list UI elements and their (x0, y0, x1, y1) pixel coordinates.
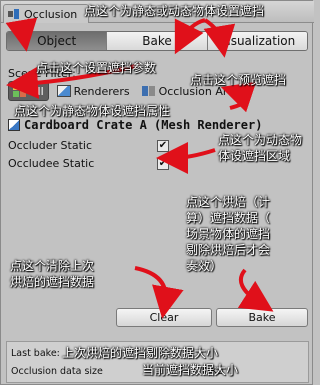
check-icon: ✔ (158, 140, 168, 151)
window-tab[interactable]: Occlusion (3, 4, 89, 23)
occluder-static-label: Occluder Static (8, 139, 93, 152)
bake-button[interactable]: Bake (216, 308, 308, 327)
annotation-params: 点击这个设置遮挡参数 (36, 61, 157, 75)
tab-object[interactable]: Object (7, 32, 108, 50)
occlusion-icon (8, 9, 20, 19)
annotation-clear-line: 烘焙的遮挡数据 (10, 275, 95, 289)
annotation-static: 点这个为静态物体设遮挡属性 (14, 104, 171, 118)
annotation-clear: 点这个清除上次 烘焙的遮挡数据 (10, 258, 94, 290)
tab-bake[interactable]: Bake (107, 32, 208, 50)
annotation-area: 点这个为动态物 体设遮挡区域 (218, 132, 302, 164)
tab-visualization[interactable]: Visualization (207, 32, 307, 50)
occludee-static-label: Occludee Static (8, 157, 95, 170)
filter-all-button[interactable]: All (8, 81, 49, 101)
annotation-last-bake: 上次烘焙的遮挡剔除数据大小 (62, 346, 219, 360)
selected-object: Cardboard Crate A (Mesh Renderer) (8, 118, 262, 132)
mode-tabs: Object Bake Visualization (6, 31, 308, 51)
annotation-bake-line: 奏效） (186, 259, 223, 273)
annotation-bake: 点这个烘焙（计 算）遮挡数据（ 场景物体的遮挡 剔除烘焙后才会 奏效） (186, 194, 270, 274)
clear-button[interactable]: Clear (116, 308, 212, 327)
annotation-bake-line: 剔除烘焙后才会 (186, 243, 271, 257)
annotation-current-size: 当前遮挡数据大小 (142, 363, 239, 377)
selected-object-name: Cardboard Crate A (Mesh Renderer) (24, 118, 263, 132)
filter-all-label: All (30, 84, 44, 98)
occluder-static-checkbox[interactable]: ✔ (157, 140, 169, 152)
annotation-bake-line: 点这个烘焙（计 (186, 195, 271, 209)
window-tab-label: Occlusion (24, 7, 78, 21)
annotation-area-line: 体设遮挡区域 (218, 149, 291, 163)
annotation-bake-line: 场景物体的遮挡 (186, 227, 271, 241)
occludee-static-checkbox[interactable]: ✔ (157, 158, 169, 170)
filter-renderers-button[interactable]: Renderers (53, 81, 134, 101)
annotation-title: 点这个为静态或动态物体设置遮挡 (84, 4, 265, 18)
annotation-preview: 点击这个预览遮挡 (190, 73, 287, 87)
filter-renderers-label: Renderers (73, 84, 130, 98)
last-bake-label: Last bake: (11, 348, 60, 359)
occlusion-area-icon (141, 85, 156, 97)
renderer-icon (56, 85, 71, 97)
occlusion-panel: Occlusion Object Bake Visualization Scen… (0, 0, 314, 385)
check-icon: ✔ (158, 158, 168, 169)
mesh-renderer-icon (8, 119, 20, 131)
all-objects-icon (13, 84, 27, 98)
annotation-bake-line: 算）遮挡数据（ (186, 211, 271, 225)
annotation-clear-line: 点这个清除上次 (10, 259, 95, 273)
occlusion-data-size-label: Occlusion data size (11, 366, 103, 377)
annotation-area-line: 点这个为动态物 (218, 133, 303, 147)
